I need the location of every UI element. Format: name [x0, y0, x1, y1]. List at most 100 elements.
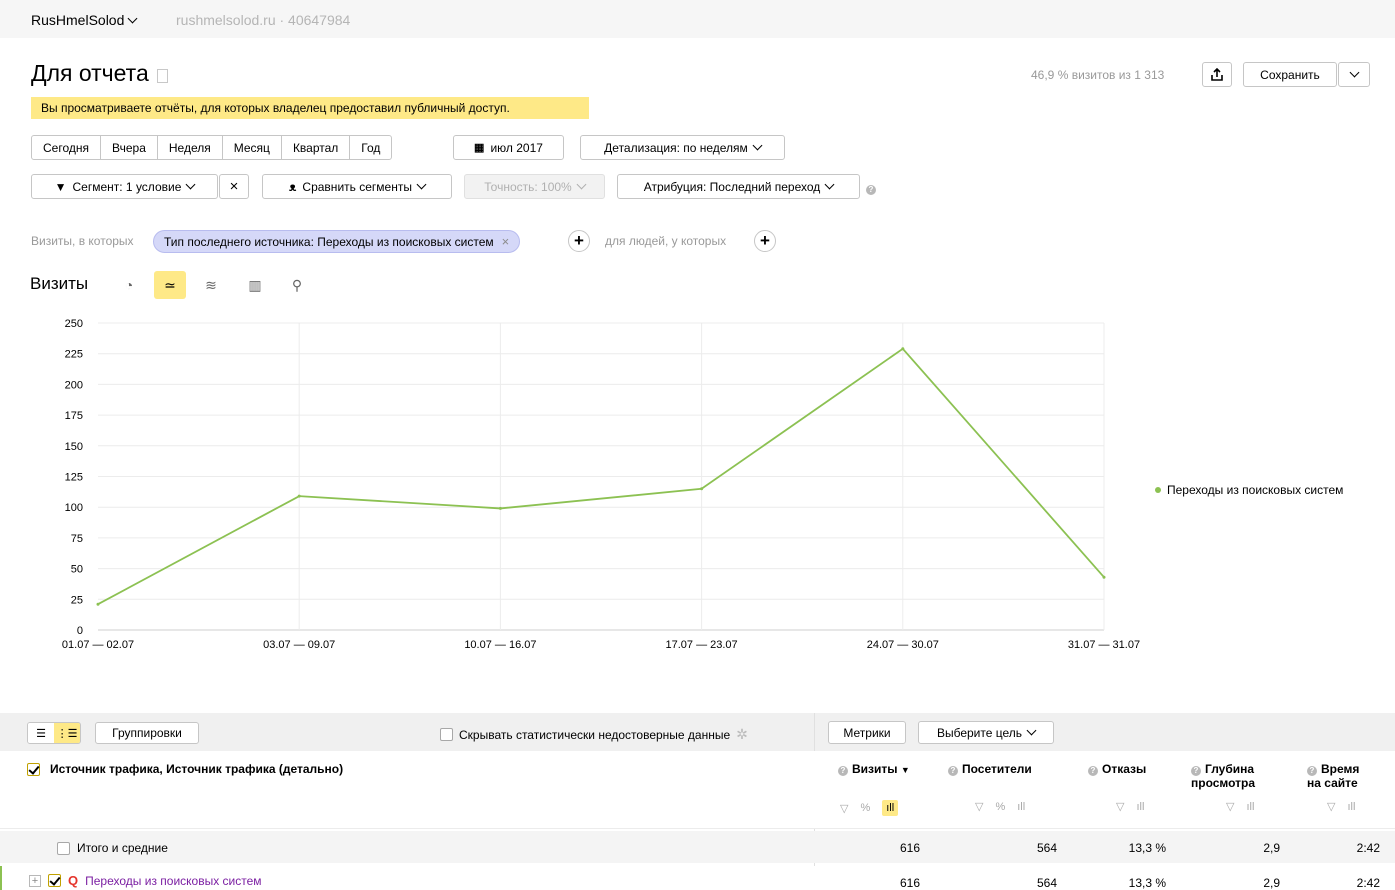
row-time: 2:42 [1356, 876, 1380, 890]
tree-view-icon[interactable]: ⋮☰ [54, 723, 80, 743]
compare-segments-dropdown[interactable]: ᴥ Сравнить сегменты [262, 174, 452, 199]
col-depth-header[interactable]: ? Глубина просмотра [1191, 762, 1255, 790]
total-bounces: 13,3 % [1128, 841, 1166, 855]
y-tick-label: 125 [65, 472, 83, 484]
period-year[interactable]: Год [350, 136, 391, 159]
segment-condition-text: Тип последнего источника: Переходы из по… [164, 234, 494, 249]
col-visits-header[interactable]: ? Визиты ▼ [838, 762, 910, 777]
visits-share: 46,9 % визитов из 1 313 [1031, 68, 1165, 82]
chevron-down-icon [127, 13, 138, 23]
filter-icon[interactable]: ▽ [840, 802, 848, 815]
metrics-button[interactable]: Метрики [828, 721, 906, 744]
bookmark-icon[interactable] [156, 69, 168, 83]
area-chart-icon[interactable]: ≋ [195, 271, 227, 299]
bar-chart-icon[interactable]: ıll [1347, 801, 1355, 813]
add-people-condition-button[interactable]: + [754, 230, 776, 252]
filter-icon[interactable]: ▽ [1327, 800, 1335, 813]
period-yesterday[interactable]: Вчера [101, 136, 158, 159]
total-depth: 2,9 [1263, 841, 1280, 855]
detail-dropdown[interactable]: Детализация: по неделям [580, 135, 785, 160]
chart-legend[interactable]: Переходы из поисковых систем [1155, 483, 1343, 497]
help-icon[interactable]: ? [1191, 766, 1201, 776]
row-source-link[interactable]: Переходы из поисковых систем [85, 874, 261, 888]
attribution-dropdown[interactable]: Атрибуция: Последний переход [617, 174, 860, 199]
row-checkbox[interactable] [48, 874, 61, 887]
row-visits: 616 [899, 876, 920, 890]
col-visitors-header[interactable]: ? Посетители [948, 762, 1032, 776]
row-bounces: 13,3 % [1128, 876, 1166, 890]
row-visitors: 564 [1036, 876, 1057, 890]
accuracy-dropdown[interactable]: Точность: 100% [464, 174, 605, 199]
attribution-label: Атрибуция: Последний переход [643, 179, 821, 194]
col-bounces-header[interactable]: ? Отказы [1088, 762, 1146, 776]
close-icon[interactable]: × [502, 234, 510, 249]
help-icon[interactable]: ? [838, 766, 848, 776]
y-tick-label: 75 [71, 533, 83, 545]
bar-chart-icon[interactable]: ıll [1017, 801, 1025, 813]
period-today[interactable]: Сегодня [32, 136, 101, 159]
y-tick-label: 250 [65, 318, 83, 330]
add-visit-condition-button[interactable]: + [568, 230, 590, 252]
close-icon: × [229, 178, 239, 195]
expand-icon[interactable]: + [29, 874, 41, 887]
percent-icon[interactable]: % [995, 801, 1005, 813]
period-quarter[interactable]: Квартал [282, 136, 351, 159]
col-time-header[interactable]: ? Время на сайте [1307, 762, 1359, 790]
period-month[interactable]: Месяц [223, 136, 282, 159]
filter-icon[interactable]: ▽ [975, 800, 983, 813]
gear-icon[interactable]: ✲ [736, 726, 748, 743]
y-tick-label: 225 [65, 349, 83, 361]
period-week[interactable]: Неделя [158, 136, 223, 159]
bar-chart-icon[interactable]: ▥ [239, 271, 271, 299]
groupings-button[interactable]: Группировки [95, 722, 199, 744]
col-depth-controls: ▽ ıll [1226, 800, 1254, 814]
public-access-notice: Вы просматриваете отчёты, для которых вл… [31, 97, 589, 119]
segment-dropdown[interactable]: ▼ Сегмент: 1 условие [31, 174, 218, 199]
chevron-down-icon [576, 179, 587, 190]
filter-icon: ▼ [54, 179, 67, 194]
x-tick-label: 10.07 — 16.07 [464, 639, 536, 651]
export-button[interactable] [1202, 62, 1232, 87]
help-icon[interactable]: ? [948, 766, 958, 776]
clear-segment-button[interactable]: × [219, 174, 249, 199]
goal-dropdown[interactable]: Выберите цель [918, 721, 1054, 744]
map-icon[interactable]: ⚲ [281, 271, 313, 299]
share-icon [1211, 67, 1223, 81]
list-view-icon[interactable]: ☰ [28, 723, 54, 743]
dimension-checkbox[interactable] [27, 762, 40, 776]
legend-label: Переходы из поисковых систем [1167, 483, 1344, 497]
data-point [1102, 575, 1106, 579]
help-icon[interactable]: ? [1307, 766, 1317, 776]
save-button[interactable]: Сохранить [1243, 62, 1337, 87]
x-tick-label: 01.07 — 02.07 [62, 639, 134, 651]
col-bounces-controls: ▽ ıll [1116, 800, 1144, 814]
chevron-down-icon [416, 179, 427, 190]
save-menu-button[interactable] [1338, 62, 1370, 87]
bar-chart-icon[interactable]: ıll [1246, 801, 1254, 813]
hide-unreliable-checkbox[interactable] [440, 728, 453, 741]
hide-unreliable-toggle[interactable]: Скрывать статистически недостоверные дан… [440, 726, 748, 743]
percent-icon[interactable]: % [860, 802, 870, 814]
col-visitors-controls: ▽ % ıll [975, 800, 1025, 814]
segment-condition-chip[interactable]: Тип последнего источника: Переходы из по… [153, 230, 521, 253]
x-tick-label: 03.07 — 09.07 [263, 639, 335, 651]
pie-chart-icon[interactable]: ◔ [113, 271, 145, 299]
y-tick-label: 100 [65, 502, 83, 514]
visits-condition-label: Визиты, в которых [31, 234, 134, 248]
line-chart-icon[interactable]: ≃ [154, 271, 186, 299]
help-icon[interactable]: ? [866, 181, 880, 195]
bar-chart-icon[interactable]: ıll [882, 800, 899, 816]
segment-label: Сегмент: 1 условие [72, 179, 182, 194]
bar-chart-icon[interactable]: ıll [1136, 801, 1144, 813]
page-title-text: Для отчета [31, 60, 149, 86]
counter-selector[interactable]: RusHmelSolod [31, 12, 138, 28]
filter-icon[interactable]: ▽ [1226, 800, 1234, 813]
help-icon[interactable]: ? [1088, 766, 1098, 776]
row-depth: 2,9 [1263, 876, 1280, 890]
total-row-checkbox[interactable] [57, 841, 70, 855]
filter-icon[interactable]: ▽ [1116, 800, 1124, 813]
date-picker-button[interactable]: ▦ июл 2017 [453, 135, 564, 160]
detail-label: Детализация: по неделям [604, 140, 748, 155]
search-engine-icon: Q [68, 873, 79, 888]
data-point [498, 506, 502, 510]
